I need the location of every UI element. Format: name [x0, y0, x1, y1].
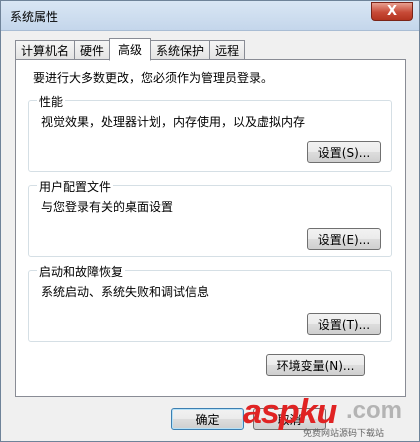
performance-legend: 性能	[37, 93, 66, 110]
ok-button[interactable]: 确定	[171, 408, 244, 430]
startup-recovery-group: 启动和故障恢复 系统启动、系统失败和调试信息 设置(T)...	[28, 263, 392, 342]
environment-variables-button[interactable]: 环境变量(N)...	[266, 354, 365, 376]
close-icon: X	[386, 4, 398, 19]
tab-strip: 计算机名 硬件 高级 系统保护 远程	[15, 38, 246, 61]
performance-description: 视觉效果，处理器计划，内存使用，以及虚拟内存	[41, 115, 306, 129]
system-properties-window: 系统属性 X 计算机名 硬件 高级 系统保护 远程 要进行大多数更改，您必须作为…	[0, 0, 420, 442]
aspku-watermark: aspku .com 免费网站源码下载站	[243, 393, 413, 439]
startup-recovery-settings-button[interactable]: 设置(T)...	[307, 313, 381, 335]
user-profiles-group: 用户配置文件 与您登录有关的桌面设置 设置(E)...	[28, 178, 392, 257]
tab-hardware[interactable]: 硬件	[74, 40, 111, 60]
user-profiles-description: 与您登录有关的桌面设置	[41, 200, 174, 214]
tab-advanced[interactable]: 高级	[109, 38, 152, 61]
watermark-tld: .com	[346, 397, 403, 424]
startup-recovery-legend: 启动和故障恢复	[37, 263, 126, 280]
tab-system-protection[interactable]: 系统保护	[150, 40, 211, 60]
admin-note: 要进行大多数更改，您必须作为管理员登录。	[33, 71, 274, 85]
performance-group: 性能 视觉效果，处理器计划，内存使用，以及虚拟内存 设置(S)...	[28, 93, 392, 172]
window-title: 系统属性	[10, 10, 59, 24]
title-bar[interactable]: 系统属性 X	[1, 1, 419, 31]
tab-remote[interactable]: 远程	[209, 40, 246, 60]
tab-computer-name[interactable]: 计算机名	[15, 40, 76, 60]
user-profiles-settings-button[interactable]: 设置(E)...	[307, 228, 381, 250]
close-button[interactable]: X	[371, 2, 413, 21]
user-profiles-legend: 用户配置文件	[37, 178, 114, 195]
watermark-tagline: 免费网站源码下载站	[303, 429, 385, 439]
advanced-tab-panel: 要进行大多数更改，您必须作为管理员登录。 性能 视觉效果，处理器计划，内存使用，…	[15, 59, 406, 397]
startup-recovery-description: 系统启动、系统失败和调试信息	[41, 285, 210, 299]
performance-settings-button[interactable]: 设置(S)...	[307, 141, 381, 163]
